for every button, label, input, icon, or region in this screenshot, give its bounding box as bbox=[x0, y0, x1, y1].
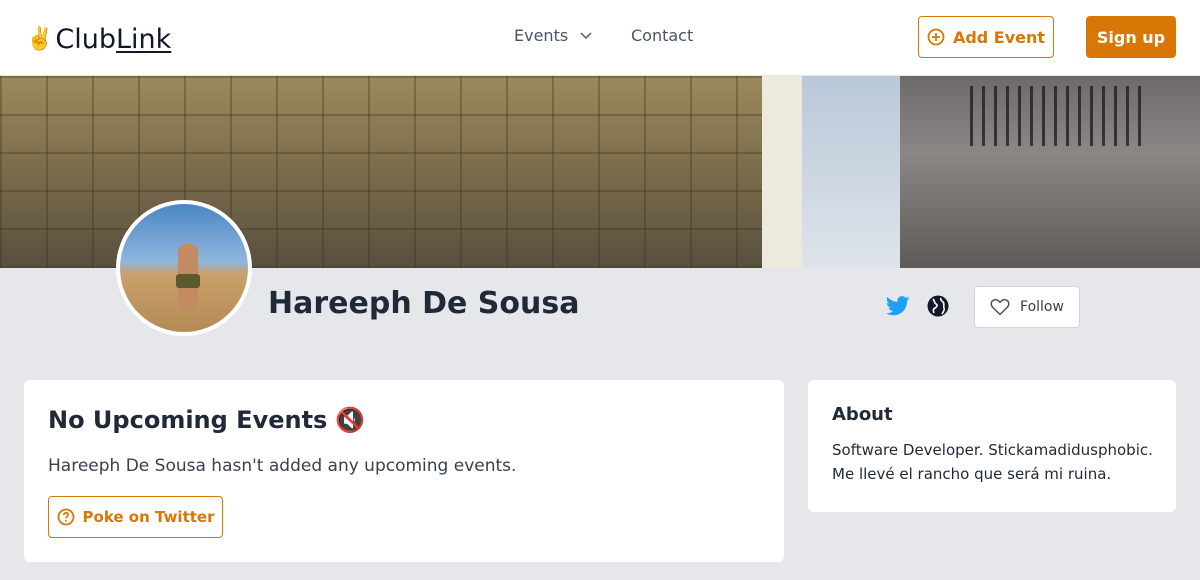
add-event-button[interactable]: Add Event bbox=[918, 16, 1054, 58]
globe-icon[interactable] bbox=[927, 295, 949, 321]
poke-label: Poke on Twitter bbox=[82, 508, 215, 526]
profile-avatar bbox=[116, 200, 252, 336]
logo-text-club: Club bbox=[55, 23, 117, 55]
victory-hand-emoji: ✌️ bbox=[26, 26, 54, 52]
nav-contact-link[interactable]: Contact bbox=[631, 26, 693, 45]
nav-events-label: Events bbox=[514, 26, 569, 45]
events-card-title: No Upcoming Events 🔇 bbox=[48, 406, 365, 434]
logo-text-link: Link bbox=[116, 23, 172, 55]
cover-balcony-railing bbox=[970, 86, 1150, 146]
about-text: Software Developer. Stickamadidusphobic.… bbox=[832, 441, 1153, 483]
avatar-shorts bbox=[176, 274, 200, 288]
about-card: About Software Developer. Stickamadidusp… bbox=[808, 380, 1176, 512]
upcoming-events-card: No Upcoming Events 🔇 Hareeph De Sousa ha… bbox=[24, 380, 784, 562]
plus-circle-icon bbox=[927, 28, 945, 46]
add-event-label: Add Event bbox=[952, 27, 1046, 47]
poke-on-twitter-button[interactable]: Poke on Twitter bbox=[48, 496, 223, 538]
chevron-down-icon bbox=[580, 31, 592, 39]
question-circle-icon bbox=[57, 508, 74, 526]
events-empty-description: Hareeph De Sousa hasn't added any upcomi… bbox=[48, 456, 517, 476]
heart-icon bbox=[990, 298, 1010, 316]
nav-events-dropdown[interactable]: Events bbox=[514, 26, 592, 45]
muted-speaker-emoji: 🔇 bbox=[335, 406, 366, 434]
twitter-icon[interactable] bbox=[885, 296, 910, 320]
about-heading: About bbox=[832, 404, 893, 425]
signup-button[interactable]: Sign up bbox=[1086, 16, 1176, 58]
cover-vertical-sign bbox=[762, 76, 802, 268]
follow-button[interactable]: Follow bbox=[974, 286, 1080, 328]
cover-building-scaffolding bbox=[0, 76, 800, 268]
profile-name: Hareeph De Sousa bbox=[268, 286, 580, 321]
clublink-logo[interactable]: ✌️ Club Link bbox=[26, 22, 171, 56]
events-title-text: No Upcoming Events bbox=[48, 406, 328, 434]
follow-label: Follow bbox=[1020, 299, 1064, 315]
top-navbar: ✌️ Club Link Events Contact Add Event Sig… bbox=[0, 0, 1200, 76]
